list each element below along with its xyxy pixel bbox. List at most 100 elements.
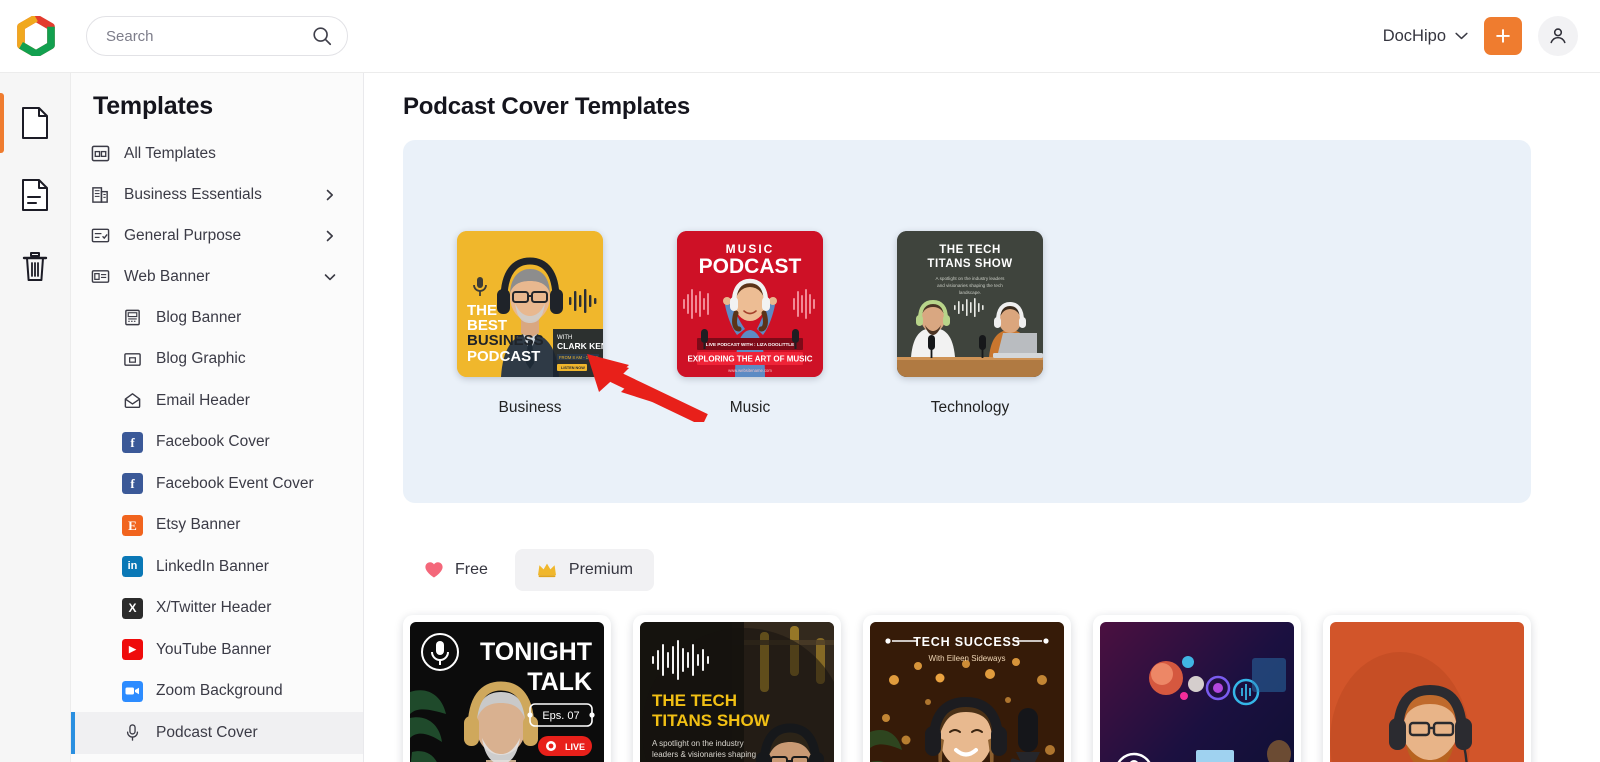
rail-item-trash[interactable] xyxy=(0,231,71,303)
sidebar-subitem-email-header[interactable]: Email Header xyxy=(71,380,363,422)
sidebar-item-general-purpose[interactable]: General Purpose xyxy=(71,215,363,256)
svg-text:and visionaries shaping the te: and visionaries shaping the tech xyxy=(937,283,1003,288)
svg-text:www.websitename.com: www.websitename.com xyxy=(728,368,772,373)
svg-text:LISTEN NOW: LISTEN NOW xyxy=(561,366,585,370)
category-label: Business xyxy=(498,399,562,416)
sidebar-subitem-label: Blog Graphic xyxy=(156,350,246,368)
svg-text:A spotlight on the industry: A spotlight on the industry xyxy=(652,739,744,748)
category-card-business[interactable]: THE BEST BUSINESS PODCAST WITH CLARK KEN… xyxy=(457,231,603,417)
technology-cover-art: THE TECH TITANS SHOW A spotlight on the … xyxy=(897,231,1043,377)
search-icon[interactable] xyxy=(311,25,333,47)
sidebar-item-label: All Templates xyxy=(124,144,216,162)
dochipo-hexagon-play-logo-icon xyxy=(17,16,55,56)
rail-item-my-designs[interactable] xyxy=(0,159,71,231)
template-thumbnail: THE TECH TITANS SHOW A spotlight on the … xyxy=(640,622,834,762)
checklist-icon xyxy=(90,226,110,246)
blog-graphic-icon xyxy=(122,349,143,370)
sidebar-subitem-facebook-event-cover[interactable]: f Facebook Event Cover xyxy=(71,463,363,505)
create-new-button[interactable]: + xyxy=(1484,17,1522,55)
sidebar-subitem-blog-graphic[interactable]: Blog Graphic xyxy=(71,339,363,381)
main-content: Podcast Cover Templates THE BEST BUSINES… xyxy=(364,73,1600,762)
sidebar-subitem-etsy-banner[interactable]: E Etsy Banner xyxy=(71,505,363,547)
chevron-right-icon[interactable] xyxy=(324,189,336,201)
sidebar-subitem-label: X/Twitter Header xyxy=(156,599,272,617)
sidebar-subitem-label: Blog Banner xyxy=(156,308,242,326)
x-twitter-icon: X xyxy=(122,597,143,619)
svg-text:A spotlight on the industry le: A spotlight on the industry leaders xyxy=(936,276,1006,281)
top-bar-actions: DocHipo + xyxy=(1383,16,1600,56)
facebook-icon: f xyxy=(122,473,143,495)
svg-text:TITANS SHOW: TITANS SHOW xyxy=(652,711,771,730)
svg-text:CLARK KENT: CLARK KENT xyxy=(557,341,603,351)
sidebar-title: Templates xyxy=(93,92,214,120)
microphone-icon xyxy=(122,722,143,743)
business-cover-art: THE BEST BUSINESS PODCAST WITH CLARK KEN… xyxy=(457,231,603,377)
category-label: Technology xyxy=(930,399,1010,416)
svg-text:THE TECH: THE TECH xyxy=(652,691,737,710)
banner-icon xyxy=(90,267,110,287)
template-card-tonight-talk[interactable]: TONIGHT TALK Eps. 07 LIVE xyxy=(403,615,611,762)
filter-label: Free xyxy=(455,561,488,578)
svg-text:Eps. 07: Eps. 07 xyxy=(542,710,579,722)
svg-text:PODCAST: PODCAST xyxy=(467,348,540,365)
sidebar-subitem-facebook-cover[interactable]: f Facebook Cover xyxy=(71,422,363,464)
category-card-technology[interactable]: THE TECH TITANS SHOW A spotlight on the … xyxy=(897,231,1043,417)
sidebar-subitem-label: YouTube Banner xyxy=(156,640,272,658)
chevron-right-icon[interactable] xyxy=(324,230,336,242)
search-input[interactable] xyxy=(106,27,311,45)
sidebar-subitem-label: Zoom Background xyxy=(156,682,283,700)
facebook-icon: f xyxy=(122,431,143,453)
sidebar-item-label: Web Banner xyxy=(124,267,210,285)
blog-banner-icon xyxy=(122,307,143,328)
category-thumbnail: MUSIC PODCAST LIVE PODCAST WITH: LIZA D… xyxy=(677,231,823,377)
svg-text:leaders & visionaries shaping: leaders & visionaries shaping xyxy=(652,750,756,759)
filter-label: Premium xyxy=(568,561,633,578)
svg-text:THE TECH: THE TECH xyxy=(939,244,1001,256)
category-card-music[interactable]: MUSIC PODCAST LIVE PODCAST WITH: LIZA D… xyxy=(677,231,823,417)
svg-text:With Eileen Sideways: With Eileen Sideways xyxy=(929,654,1006,663)
category-thumbnail: THE BEST BUSINESS PODCAST WITH CLARK KEN… xyxy=(457,231,603,377)
grid-templates-icon xyxy=(90,144,110,164)
sidebar-item-web-banner[interactable]: Web Banner xyxy=(71,256,363,297)
sidebar-subitem-label: Facebook Event Cover xyxy=(156,474,314,492)
sidebar-subitem-label: Facebook Cover xyxy=(156,433,270,451)
template-card-tech-success[interactable]: TECH SUCCESS With Eileen Sideways xyxy=(863,615,1071,762)
sidebar-subitem-x-twitter-header[interactable]: X X/Twitter Header xyxy=(71,588,363,630)
sidebar-subitem-podcast-cover[interactable]: Podcast Cover xyxy=(71,712,363,754)
svg-text:TONIGHT: TONIGHT xyxy=(480,638,592,666)
search-bar[interactable] xyxy=(86,16,348,56)
rail-item-documents[interactable] xyxy=(0,87,71,159)
template-thumbnail: TECH TIPS UPDATE xyxy=(1100,622,1294,762)
sidebar-subitem-youtube-banner[interactable]: ▶ YouTube Banner xyxy=(71,629,363,671)
filter-premium[interactable]: Premium xyxy=(514,549,654,591)
template-thumbnail: TONIGHT TALK Eps. 07 LIVE xyxy=(410,622,604,762)
user-avatar-button[interactable] xyxy=(1538,16,1578,56)
sidebar-item-business-essentials[interactable]: Business Essentials xyxy=(71,174,363,215)
plus-icon: + xyxy=(1495,21,1511,51)
brand-dropdown[interactable]: DocHipo xyxy=(1383,27,1468,46)
lined-document-icon xyxy=(22,179,48,211)
template-card-tech-tips-update[interactable]: TECH TIPS UPDATE xyxy=(1093,615,1301,762)
svg-text:EXPLORING THE ART OF MUSIC: EXPLORING THE ART OF MUSIC xyxy=(687,355,812,364)
templates-sidebar: Templates All Templates Business Essenti xyxy=(71,73,364,762)
svg-text:LIVE PODCAST WITH : LIZA DOOLI: LIVE PODCAST WITH : LIZA DOOLITTLE xyxy=(706,342,794,347)
trash-bin-icon xyxy=(22,252,48,281)
template-card-tech-finder[interactable]: TECH FINDER xyxy=(1323,615,1531,762)
music-cover-art: MUSIC PODCAST LIVE PODCAST WITH: LIZA D… xyxy=(677,231,823,377)
filter-free[interactable]: Free xyxy=(403,549,509,591)
icon-rail xyxy=(0,73,71,762)
sidebar-subitem-linkedin-banner[interactable]: in LinkedIn Banner xyxy=(71,546,363,588)
sidebar-item-label: Business Essentials xyxy=(124,185,262,203)
app-logo[interactable] xyxy=(0,16,72,56)
sidebar-item-all-templates[interactable]: All Templates xyxy=(71,133,363,174)
crown-icon xyxy=(537,563,556,578)
sidebar-subitem-label: Etsy Banner xyxy=(156,516,241,534)
chevron-down-icon[interactable] xyxy=(324,271,336,283)
template-card-tech-titans-show[interactable]: THE TECH TITANS SHOW A spotlight on the … xyxy=(633,615,841,762)
svg-text:TITANS SHOW: TITANS SHOW xyxy=(927,258,1012,270)
sidebar-subitem-zoom-background[interactable]: Zoom Background xyxy=(71,671,363,713)
sidebar-subitem-blog-banner[interactable]: Blog Banner xyxy=(71,297,363,339)
svg-text:TALK: TALK xyxy=(527,668,592,696)
brand-name-label: DocHipo xyxy=(1382,26,1446,45)
svg-text:FROM 8 AM - 10 AM: FROM 8 AM - 10 AM xyxy=(559,355,598,360)
